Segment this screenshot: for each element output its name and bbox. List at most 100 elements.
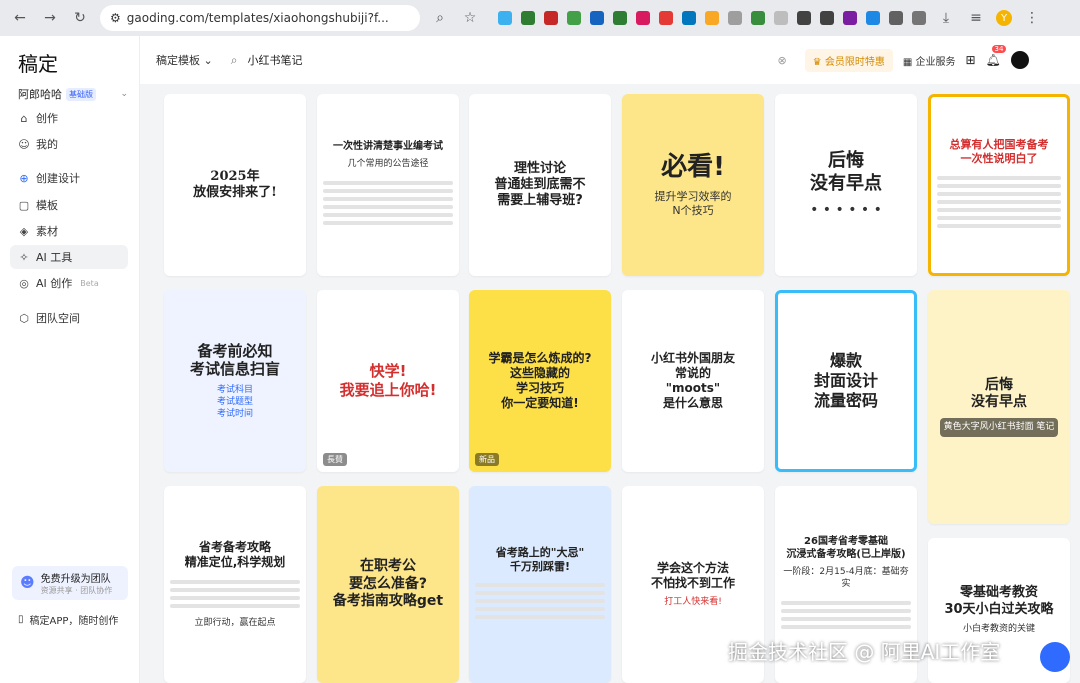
sidebar: 稿定 阿郎哈哈 基础版 ⌄ ⌂ 创作 ☺ 我的 ⊕ 创建设计 ▢ 模板 ◈ 素材… — [0, 36, 140, 683]
text-lines — [475, 579, 605, 623]
template-card[interactable]: 必看! 提升学习效率的 N个技巧 — [622, 94, 764, 276]
sidebar-item-label: 素材 — [36, 225, 58, 238]
template-card[interactable]: 一次性讲清楚事业编考试 几个常用的公告途径 — [317, 94, 459, 276]
extension-icon[interactable] — [521, 11, 535, 25]
card-subtitle: 提升学习效率的 N个技巧 — [654, 189, 732, 218]
card-title: 总算有人把国考备考 一次性说明白了 — [949, 138, 1049, 165]
extension-icon[interactable] — [820, 11, 834, 25]
template-card[interactable]: 小红书外国朋友 常说的 "moots" 是什么意思 — [622, 290, 764, 472]
sidebar-item-assets[interactable]: ◈ 素材 — [10, 219, 128, 243]
template-card[interactable]: 2025年 放假安排来了! — [164, 94, 306, 276]
template-card[interactable]: 爆款 封面设计 流量密码 — [775, 290, 917, 472]
sidebar-item-mine[interactable]: ☺ 我的 — [10, 132, 128, 156]
site-settings-icon[interactable]: ⚙ — [110, 11, 121, 25]
address-bar[interactable]: ⚙ gaoding.com/templates/xiaohongshubiji?… — [100, 5, 420, 31]
extension-icon[interactable] — [613, 11, 627, 25]
template-card[interactable]: 后悔 没有早点 黄色大字风小红书封面 笔记 — [928, 290, 1070, 524]
zoom-icon[interactable]: ⌕ — [430, 8, 450, 28]
template-select-label: 稿定模板 — [156, 54, 200, 67]
sidebar-item-label: AI 创作 — [36, 277, 73, 290]
extension-icon[interactable] — [797, 11, 811, 25]
sidebar-item-ai-tools[interactable]: ✧ AI 工具 — [10, 245, 128, 269]
sidebar-item-team[interactable]: ⬡ 团队空间 — [10, 306, 128, 330]
card-subtitle: 几个常用的公告途径 — [347, 159, 429, 170]
extension-icon[interactable] — [498, 11, 512, 25]
template-card[interactable]: 备考前必知 考试信息扫盲 考试科目 考试题型 考试时间 — [164, 290, 306, 472]
top-bar: 稿定模板 ⌄ ⌕ ⊗ ♛ 会员限时特惠 ▦ 企业服务 ⊞ 🔔︎34 — [140, 36, 1080, 84]
template-card[interactable]: 快学! 我要追上你哈! 長賛 — [317, 290, 459, 472]
template-card[interactable]: 理性讨论 普通娃到底需不 需要上辅导班? — [469, 94, 611, 276]
template-card[interactable]: 总算有人把国考备考 一次性说明白了 — [928, 94, 1070, 276]
extensions-bar — [498, 11, 926, 25]
clear-search-icon[interactable]: ⊗ — [777, 54, 786, 67]
card-title: 后悔 没有早点 — [971, 376, 1027, 411]
upgrade-title: 免费升级为团队 — [40, 574, 111, 585]
extension-icon[interactable] — [590, 11, 604, 25]
card-title: 学霸是怎么炼成的? 这些隐藏的 学习技巧 你一定要知道! — [488, 351, 592, 410]
app-download-link[interactable]: ▯ 稿定APP，随时创作 — [18, 612, 118, 627]
url-text: gaoding.com/templates/xiaohongshubiji?f.… — [126, 11, 389, 25]
template-card[interactable]: 省考备考攻略 精准定位,科学规划 立即行动，赢在起点 — [164, 486, 306, 683]
help-fab-button[interactable] — [1040, 642, 1070, 672]
card-subtitle: 小白考教资的关键 — [962, 623, 1035, 634]
card-title: 省考路上的"大忌" 千万别踩雷! — [495, 545, 585, 573]
extension-icon[interactable] — [889, 11, 903, 25]
extension-icon[interactable] — [774, 11, 788, 25]
template-card[interactable]: 后悔 没有早点 • • • • • • — [775, 94, 917, 276]
enterprise-service-button[interactable]: ▦ 企业服务 — [903, 53, 956, 68]
team-upgrade-icon: ☻ — [20, 575, 35, 591]
extension-icon[interactable] — [705, 11, 719, 25]
extension-icon[interactable] — [843, 11, 857, 25]
team-icon: ⬡ — [19, 311, 29, 325]
extension-icon[interactable] — [659, 11, 673, 25]
sidebar-item-templates[interactable]: ▢ 模板 — [10, 193, 128, 217]
chevron-down-icon: ⌄ — [203, 54, 213, 67]
apps-grid-icon[interactable]: ⊞ — [965, 53, 975, 67]
template-grid: 2025年 放假安排来了! 一次性讲清楚事业编考试 几个常用的公告途径 理性讨论… — [156, 84, 1076, 683]
template-card[interactable]: 省考路上的"大忌" 千万别踩雷! — [469, 486, 611, 683]
sidebar-item-create[interactable]: ⌂ 创作 — [10, 106, 128, 130]
sidebar-item-ai-create[interactable]: ◎ AI 创作 Beta — [10, 271, 128, 295]
reload-icon[interactable]: ↻ — [70, 8, 90, 28]
puzzle-icon[interactable] — [912, 11, 926, 25]
card-tag: 長賛 — [323, 453, 347, 466]
forward-icon[interactable]: → — [40, 8, 60, 28]
upgrade-team-button[interactable]: ☻ 免费升级为团队 资源共享 · 团队协作 — [12, 566, 128, 600]
search-input[interactable] — [247, 54, 768, 66]
extension-icon[interactable] — [682, 11, 696, 25]
extension-icon[interactable] — [636, 11, 650, 25]
sidebar-item-label: 创建设计 — [36, 172, 80, 185]
ai-create-icon: ◎ — [19, 276, 29, 290]
extension-icon[interactable] — [751, 11, 765, 25]
extension-icon[interactable] — [567, 11, 581, 25]
app-label: 稿定APP，随时创作 — [29, 616, 119, 627]
extension-icon[interactable] — [866, 11, 880, 25]
user-avatar[interactable] — [1010, 51, 1029, 69]
template-card[interactable]: 在职考公 要怎么准备? 备考指南攻略get — [317, 486, 459, 683]
card-subtitle: 考试科目 考试题型 考试时间 — [216, 385, 253, 419]
template-icon: ▢ — [18, 198, 30, 212]
card-title: 理性讨论 普通娃到底需不 需要上辅导班? — [494, 160, 586, 209]
user-switcher[interactable]: 阿郎哈哈 基础版 ⌄ — [18, 86, 128, 102]
notification-bell-icon[interactable]: 🔔︎ 34 — [986, 45, 1007, 67]
logo[interactable]: 稿定 — [18, 48, 58, 77]
extension-icon[interactable] — [544, 11, 558, 25]
search-icon: ⌕ — [230, 52, 238, 67]
card-subtitle: 立即行动，赢在起点 — [194, 617, 276, 628]
bookmark-star-icon[interactable]: ☆ — [460, 8, 480, 28]
back-icon[interactable]: ← — [10, 8, 30, 28]
profile-avatar[interactable]: Y — [996, 10, 1012, 26]
text-lines — [937, 172, 1061, 232]
sidebar-item-new-design[interactable]: ⊕ 创建设计 — [10, 166, 128, 190]
template-card[interactable]: 学霸是怎么炼成的? 这些隐藏的 学习技巧 你一定要知道! 新品 — [469, 290, 611, 472]
text-lines — [170, 576, 300, 612]
beta-badge: Beta — [80, 278, 99, 288]
template-source-select[interactable]: 稿定模板 ⌄ — [156, 52, 213, 68]
download-icon[interactable]: ⤓ — [936, 8, 956, 28]
vip-promo-button[interactable]: ♛ 会员限时特惠 — [804, 48, 893, 72]
reading-list-icon[interactable]: ≡ — [966, 8, 986, 28]
extension-icon[interactable] — [728, 11, 742, 25]
menu-icon[interactable]: ⋮ — [1022, 8, 1042, 28]
card-title: 学会这个方法 不怕找不到工作 — [650, 560, 735, 590]
card-title: 省考备考攻略 精准定位,科学规划 — [184, 539, 286, 569]
